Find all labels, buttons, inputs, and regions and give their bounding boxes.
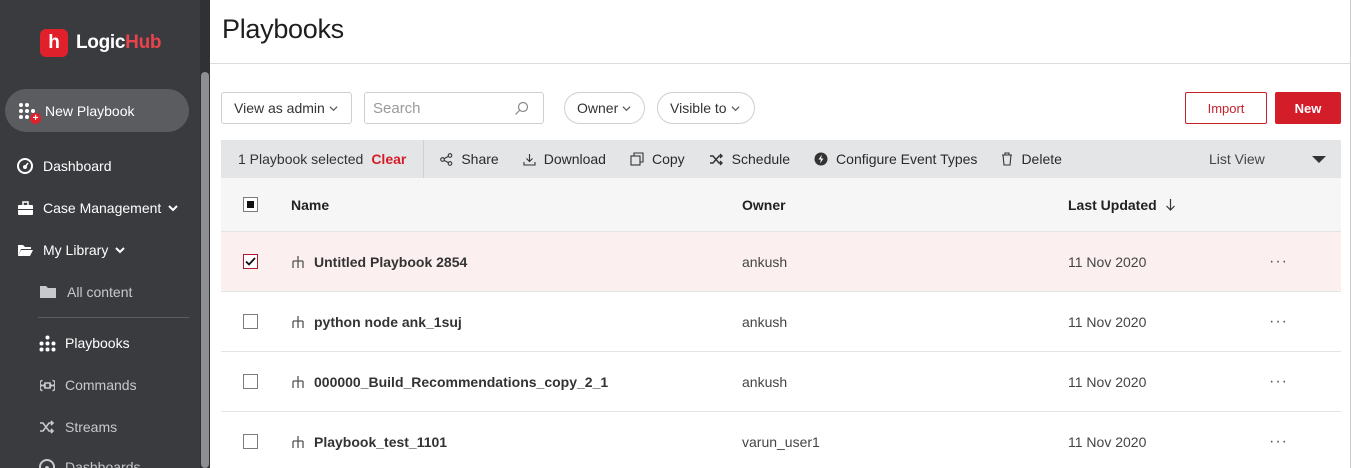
playbook-icon	[38, 334, 56, 352]
share-button[interactable]: Share	[440, 151, 499, 167]
header-divider	[210, 63, 1351, 64]
bulk-action-toolbar: 1 Playbook selected Clear Share Download…	[221, 140, 1341, 178]
caret-down-icon[interactable]	[1312, 156, 1326, 163]
owner-cell: ankush	[742, 373, 788, 390]
chevron-down-icon	[168, 205, 179, 212]
dashboard-icon	[38, 458, 56, 468]
row-checkbox[interactable]	[243, 254, 258, 269]
owner-cell: ankush	[742, 313, 788, 330]
chevron-down-icon	[622, 105, 631, 111]
lightning-icon	[814, 152, 828, 166]
logo-mark: h	[40, 29, 68, 57]
command-icon	[38, 376, 56, 394]
logo[interactable]: h LogicHub	[40, 29, 162, 57]
row-checkbox[interactable]	[243, 434, 258, 449]
sidebar-item-streams[interactable]: Streams	[38, 416, 117, 438]
clear-selection-link[interactable]: Clear	[371, 151, 406, 167]
chevron-down-icon	[731, 105, 740, 111]
download-icon	[523, 153, 536, 166]
sidebar-item-dashboards[interactable]: Dashboards	[38, 456, 141, 468]
last-updated-cell: 11 Nov 2020	[1068, 253, 1147, 270]
logo-text: LogicHub	[76, 32, 162, 53]
chevron-down-icon	[329, 105, 338, 111]
sidebar-scrollbar-thumb[interactable]	[201, 72, 209, 468]
playbook-name[interactable]: Untitled Playbook 2854	[314, 254, 467, 270]
delete-button[interactable]: Delete	[1001, 151, 1062, 167]
configure-event-types-button[interactable]: Configure Event Types	[814, 151, 977, 167]
sidebar-item-case-management[interactable]: Case Management	[16, 197, 179, 219]
row-checkbox[interactable]	[243, 314, 258, 329]
import-button[interactable]: Import	[1185, 92, 1267, 124]
search-input[interactable]	[373, 99, 503, 117]
row-checkbox[interactable]	[243, 374, 258, 389]
view-as-dropdown[interactable]: View as admin	[221, 92, 352, 124]
list-view-label[interactable]: List View	[1209, 151, 1265, 167]
owner-filter[interactable]: Owner	[564, 92, 645, 124]
new-button[interactable]: New	[1275, 92, 1341, 124]
sidebar: h LogicHub + New Playbook Dashboard Case…	[0, 0, 210, 468]
table-row[interactable]: Playbook_test_1101 varun_user1 11 Nov 20…	[221, 412, 1341, 468]
sort-descending-icon[interactable]	[1165, 198, 1176, 211]
search-field[interactable]	[364, 92, 544, 124]
owner-cell: varun_user1	[742, 433, 820, 450]
shuffle-icon	[38, 418, 56, 436]
folder-open-icon	[16, 241, 34, 259]
page-title: Playbooks	[222, 14, 344, 44]
more-actions-icon[interactable]: ···	[1269, 412, 1288, 468]
dashboard-icon	[16, 157, 34, 175]
select-all-checkbox[interactable]	[243, 197, 258, 212]
search-icon[interactable]	[514, 101, 529, 116]
playbook-name[interactable]: python node ank_1suj	[314, 314, 462, 330]
sidebar-item-dashboard[interactable]: Dashboard	[16, 155, 112, 177]
new-playbook-button[interactable]: + New Playbook	[5, 89, 189, 132]
trash-icon	[1002, 152, 1013, 166]
briefcase-icon	[16, 199, 34, 217]
more-actions-icon[interactable]: ···	[1269, 232, 1288, 291]
shuffle-icon	[709, 153, 723, 165]
playbook-name[interactable]: 000000_Build_Recommendations_copy_2_1	[314, 374, 608, 390]
new-playbook-label: New Playbook	[45, 102, 135, 119]
checkmark-icon	[245, 257, 256, 266]
sidebar-item-all-content[interactable]: All content	[38, 281, 132, 303]
column-header-last-updated[interactable]: Last Updated	[1068, 178, 1176, 231]
playbook-name[interactable]: Playbook_test_1101	[314, 434, 447, 450]
last-updated-cell: 11 Nov 2020	[1068, 313, 1147, 330]
table-row[interactable]: Untitled Playbook 2854 ankush 11 Nov 202…	[221, 232, 1341, 292]
folder-icon	[38, 283, 58, 301]
copy-icon	[630, 152, 644, 166]
column-header-owner[interactable]: Owner	[742, 178, 786, 231]
sidebar-item-playbooks[interactable]: Playbooks	[38, 332, 130, 354]
share-icon	[440, 152, 453, 166]
more-actions-icon[interactable]: ···	[1269, 352, 1288, 411]
chevron-down-icon	[115, 247, 126, 254]
toolbar-divider	[423, 140, 425, 178]
table-row[interactable]: 000000_Build_Recommendations_copy_2_1 an…	[221, 352, 1341, 412]
sidebar-item-my-library[interactable]: My Library	[16, 239, 126, 261]
column-header-name[interactable]: Name	[291, 178, 329, 231]
playbook-icon	[292, 315, 304, 328]
last-updated-cell: 11 Nov 2020	[1068, 433, 1147, 450]
download-button[interactable]: Download	[523, 151, 606, 167]
playbook-icon	[292, 435, 304, 448]
playbook-icon	[292, 375, 304, 388]
playbook-icon	[292, 255, 304, 268]
copy-button[interactable]: Copy	[630, 151, 685, 167]
owner-cell: ankush	[742, 253, 788, 270]
last-updated-cell: 11 Nov 2020	[1068, 373, 1147, 390]
table-header: Name Owner Last Updated	[221, 178, 1341, 232]
more-actions-icon[interactable]: ···	[1269, 292, 1288, 351]
playbooks-table: Name Owner Last Updated Untitled Playboo…	[221, 178, 1341, 468]
playbook-add-icon: +	[17, 101, 41, 124]
table-row[interactable]: python node ank_1suj ankush 11 Nov 2020 …	[221, 292, 1341, 352]
sidebar-item-commands[interactable]: Commands	[38, 374, 137, 396]
visible-to-filter[interactable]: Visible to	[657, 92, 755, 124]
sidebar-divider	[38, 317, 189, 318]
schedule-button[interactable]: Schedule	[709, 151, 790, 167]
selection-count: 1 Playbook selected	[238, 151, 364, 167]
